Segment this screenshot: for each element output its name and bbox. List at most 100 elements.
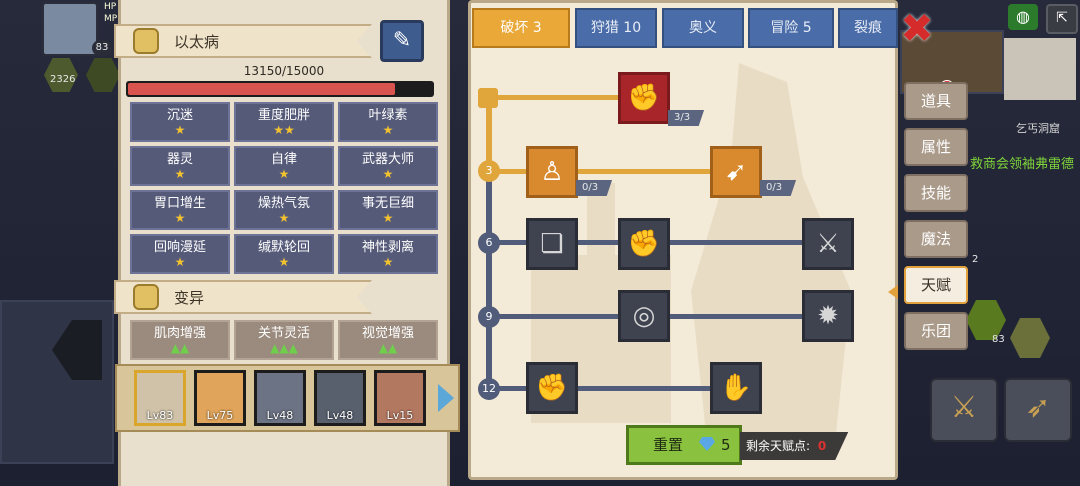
hero-portrait[interactable]: Lv83 [134,370,186,426]
active-side-tab-pointer-icon [888,285,898,299]
trait-cell[interactable]: 事无巨细 ★ [338,190,438,230]
reset-button[interactable]: 重置 5 [626,425,742,465]
remaining-value: 0 [817,439,827,453]
trait-label: 器灵 [166,152,193,167]
mutation-cell[interactable]: 关节灵活 ▲▲▲ [234,320,334,360]
trait-label: 叶绿素 [368,108,408,123]
trait-cell[interactable]: 叶绿素 ★ [338,102,438,142]
trait-cell[interactable]: 燥热气氛 ★ [234,190,334,230]
hero-portrait[interactable]: Lv15 [374,370,426,426]
trait-stars: ★ [382,167,394,181]
resource-count: 2326 [50,74,76,85]
remaining-points: 剩余天赋点: 0 [740,432,849,460]
cave-label: 乞丐洞窟 [1016,122,1060,135]
tree-root-node [478,88,498,108]
hp-label: HP [104,2,117,12]
disease-name: 以太病 [174,33,220,51]
trait-cell[interactable]: 神性剥离 ★ [338,234,438,274]
reset-label: 重置 [653,436,684,454]
trait-stars: ★ [278,167,290,181]
reset-cost: 5 [721,436,731,454]
skill-counter: 0/3 [576,180,613,196]
talent-tab[interactable]: 裂痕 [838,8,898,48]
trait-cell[interactable]: 缄默轮回 ★ [234,234,334,274]
hero-level: Lv48 [326,409,354,422]
tier-node: 6 [478,232,500,254]
trait-cell[interactable]: 器灵 ★ [130,146,230,186]
sword-slash-skill-icon[interactable]: ⚔ [802,218,854,270]
sword-skill-button[interactable]: ⚔ [930,378,998,442]
fist-raise-skill-icon[interactable]: ✊ [526,362,578,414]
hero-portrait[interactable]: Lv48 [314,370,366,426]
exit-icon[interactable]: ⇱ [1046,4,1078,34]
close-icon[interactable]: ✖ [900,9,934,49]
skill-counter: 0/3 [760,180,797,196]
hero-next-arrow-icon[interactable] [438,384,454,412]
trait-label: 沉迷 [166,108,193,123]
trait-label: 武器大师 [361,152,414,167]
flame-burst-skill-icon[interactable]: ✹ [802,290,854,342]
mp-label: MP [104,14,118,24]
punch-skill-icon[interactable]: ✊ [618,218,670,270]
trait-label: 回响漫延 [153,240,206,255]
hero-portrait[interactable]: Lv48 [254,370,306,426]
mutation-label: 视觉增强 [361,326,414,341]
tree-branch [492,386,712,391]
mutation-title: 变异 [174,289,205,307]
trait-label: 神性剥离 [361,240,414,255]
hero-level: Lv83 [146,409,174,422]
side-tab[interactable]: 乐团 [904,312,968,350]
bow-skill-button[interactable]: ➶ [1004,378,1072,442]
quest-text: 救商会领袖弗雷德 [970,157,1075,172]
trait-cell[interactable]: 武器大师 ★ [338,146,438,186]
hero-level: Lv75 [206,409,234,422]
minimap[interactable] [1004,38,1076,100]
side-tab[interactable]: 魔法 [904,220,968,258]
trait-stars: ★ [382,211,394,225]
talent-tab[interactable]: 冒险 5 [748,8,834,48]
trait-label: 事无巨细 [361,196,414,211]
muscle-body-skill-icon[interactable]: ♙ [526,146,578,198]
tier-node: 3 [478,160,500,182]
arrow-hit-skill-icon[interactable]: ➹ [710,146,762,198]
trait-cell[interactable]: 自律 ★ [234,146,334,186]
mutation-cell[interactable]: 视觉增强 ▲▲ [338,320,438,360]
trait-stars: ★ [174,167,186,181]
trait-label: 燥热气氛 [257,196,310,211]
trait-cell[interactable]: 回响漫延 ★ [130,234,230,274]
player-avatar[interactable] [42,2,98,56]
side-tab[interactable]: 技能 [904,174,968,212]
talent-tab[interactable]: 奥义 [662,8,744,48]
tier-node: 9 [478,306,500,328]
mutation-cell[interactable]: 肌肉增强 ▲▲ [130,320,230,360]
mutation-arrows: ▲▲ [378,341,398,355]
trait-stars: ★ [278,255,290,269]
talent-tab[interactable]: 破坏 3 [472,8,570,48]
skill-counter: 3/3 [668,110,705,126]
gauntlet-skill-icon[interactable]: ✋ [710,362,762,414]
hero-portrait[interactable]: Lv75 [194,370,246,426]
side-tab[interactable]: 道具 [904,82,968,120]
mutation-arrows: ▲▲▲ [270,341,298,355]
hero-level: Lv48 [266,409,294,422]
world-badge-num2: 2 [972,254,979,265]
player-level-badge: 83 [92,40,112,56]
trait-stars: ★ [382,123,394,137]
globe-icon[interactable]: ◍ [1008,4,1038,30]
trait-cell[interactable]: 胃口增生 ★ [130,190,230,230]
arm-wrestle-skill-icon[interactable]: ✊ [618,72,670,124]
mutation-label: 肌肉增强 [153,326,206,341]
tier-node: 12 [478,378,500,400]
syringe-button[interactable]: ✎ [380,20,424,62]
mutation-label: 关节灵活 [257,326,310,341]
trait-cell[interactable]: 沉迷 ★ [130,102,230,142]
card-skill-icon[interactable]: ❏ [526,218,578,270]
trait-cell[interactable]: 重度肥胖 ★★ [234,102,334,142]
side-tab[interactable]: 天赋 [904,266,968,304]
side-tab[interactable]: 属性 [904,128,968,166]
trait-label: 胃口增生 [153,196,206,211]
talent-tab[interactable]: 狩猎 10 [575,8,657,48]
ground-slam-skill-icon[interactable]: ◎ [618,290,670,342]
tree-trunk [486,172,492,388]
trait-label: 缄默轮回 [257,240,310,255]
